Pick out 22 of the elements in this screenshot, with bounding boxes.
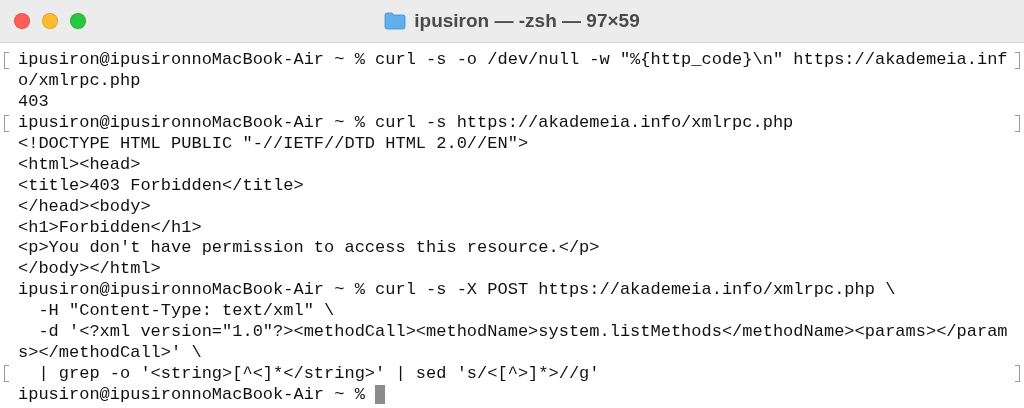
terminal-line: 403 [18, 92, 49, 113]
terminal-line: <title>403 Forbidden</title> [18, 175, 304, 196]
minimize-button[interactable] [42, 13, 58, 29]
window-title: ipusiron — -zsh — 97×59 [414, 10, 640, 32]
terminal-line: <p>You don't have permission to access this resource.</p> [18, 238, 600, 259]
terminal-line: | grep -o '<string>[^<]*</string>' | sed 's/<[^>]*>//g' [37, 363, 600, 384]
folder-icon [384, 12, 407, 30]
terminal-line: <html><head> [18, 154, 141, 175]
terminal-line: <h1>Forbidden</h1> [18, 217, 202, 238]
terminal-line: ipusiron@ipusironnoMacBook-Air ~ % [18, 384, 365, 405]
zoom-button[interactable] [70, 13, 86, 29]
terminal-line: s></methodCall>' \ [18, 342, 202, 363]
terminal-line: o/xmlrpc.php [18, 71, 141, 92]
close-button[interactable] [14, 13, 30, 29]
terminal-line: -d '<?xml version="1.0"?><methodCall><methodName>system.listMethods</methodName><params></param [37, 322, 1008, 342]
terminal-line: -H "Content-Type: text/xml" \ [37, 301, 335, 322]
terminal-line: </head><body> [18, 196, 151, 217]
terminal-line: ipusiron@ipusironnoMacBook-Air ~ % curl -s -X POST https://akademeia.info/xmlrpc.php \ [18, 280, 896, 301]
terminal-line: ipusiron@ipusironnoMacBook-Air ~ % curl -s -o /dev/null -w "%{http_code}\n" https://akademeia.inf [18, 50, 1008, 71]
terminal-line: </body></html> [18, 259, 161, 280]
terminal-line: ipusiron@ipusironnoMacBook-Air ~ % curl -s https://akademeia.info/xmlrpc.php [18, 113, 794, 134]
terminal-line: <!DOCTYPE HTML PUBLIC "-//IETF//DTD HTML 2.0//EN"> [18, 134, 529, 154]
